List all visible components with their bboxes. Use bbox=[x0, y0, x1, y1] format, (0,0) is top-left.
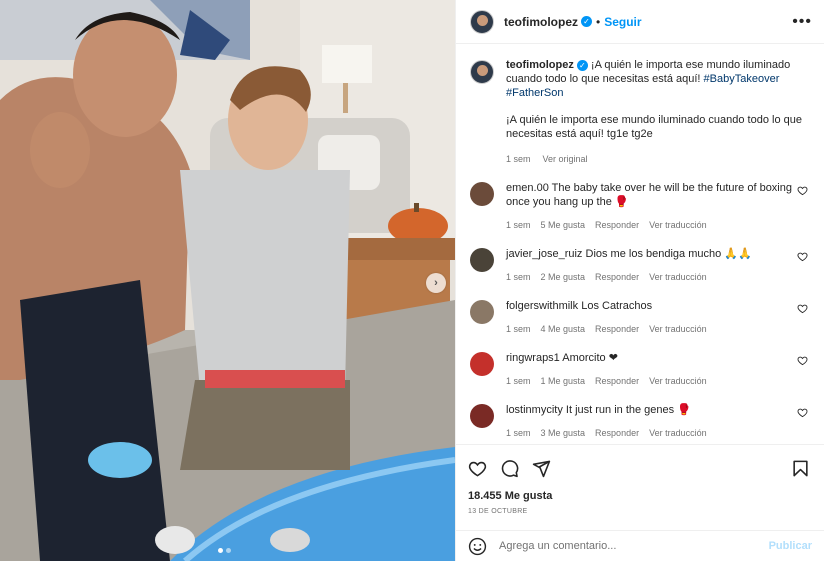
comment-like-heart-icon[interactable] bbox=[797, 185, 808, 196]
verified-badge-icon: ✓ bbox=[581, 16, 592, 27]
emoji-icon[interactable] bbox=[468, 537, 487, 556]
author-username[interactable]: teofimolopez bbox=[504, 15, 578, 29]
comment-likes[interactable]: 5 Me gusta bbox=[541, 218, 586, 232]
comment-likes[interactable]: 3 Me gusta bbox=[541, 426, 586, 440]
hashtag-link[interactable]: #FatherSon bbox=[506, 87, 563, 99]
reply-button[interactable]: Responder bbox=[595, 218, 639, 232]
commenter-avatar[interactable] bbox=[470, 248, 494, 272]
publish-button[interactable]: Publicar bbox=[769, 540, 812, 552]
comment-likes[interactable]: 2 Me gusta bbox=[541, 270, 586, 284]
comment-like-heart-icon[interactable] bbox=[797, 251, 808, 262]
reply-button[interactable]: Responder bbox=[595, 322, 639, 336]
comment-item: javier_jose_ruiz Dios me los bendiga muc… bbox=[470, 247, 812, 284]
translate-link[interactable]: Ver traducción bbox=[649, 322, 707, 336]
comment-like-heart-icon[interactable] bbox=[797, 303, 808, 314]
carousel-dots bbox=[218, 548, 231, 553]
caption-username[interactable]: teofimolopez bbox=[506, 59, 574, 71]
carousel-dot bbox=[226, 548, 231, 553]
comment-text: Dios me los bendiga mucho 🙏🙏 bbox=[585, 248, 752, 260]
comments-list[interactable]: teofimolopez ✓ ¡A quién le importa ese mu… bbox=[456, 44, 824, 444]
commenter-avatar[interactable] bbox=[470, 404, 494, 428]
photo-image bbox=[0, 0, 455, 561]
action-bar: 18.455 Me gusta 13 DE OCTUBRE bbox=[456, 444, 824, 530]
post-photo[interactable]: › bbox=[0, 0, 455, 561]
hashtag-link[interactable]: #BabyTakeover bbox=[704, 73, 780, 85]
post-date: 13 DE OCTUBRE bbox=[468, 508, 528, 515]
carousel-next-button[interactable]: › bbox=[426, 273, 446, 293]
carousel-dot bbox=[218, 548, 223, 553]
commenter-username[interactable]: folgerswithmilk bbox=[506, 300, 578, 312]
author-avatar[interactable] bbox=[470, 9, 494, 34]
commenter-avatar[interactable] bbox=[470, 182, 494, 206]
caption-time[interactable]: 1 sem bbox=[506, 152, 531, 166]
comment-like-heart-icon[interactable] bbox=[797, 407, 808, 418]
follow-button[interactable]: Seguir bbox=[604, 15, 641, 29]
caption-avatar[interactable] bbox=[470, 60, 494, 84]
comment-likes[interactable]: 4 Me gusta bbox=[541, 322, 586, 336]
share-send-icon[interactable] bbox=[532, 459, 551, 478]
reply-button[interactable]: Responder bbox=[595, 426, 639, 440]
comment-input[interactable] bbox=[499, 540, 769, 552]
comment-item: ringwraps1 Amorcito ❤ 1 sem 1 Me gusta R… bbox=[470, 351, 812, 388]
commenter-username[interactable]: ringwraps1 bbox=[506, 352, 560, 364]
comment-likes[interactable]: 1 Me gusta bbox=[541, 374, 586, 388]
comment-time[interactable]: 1 sem bbox=[506, 218, 531, 232]
comment-time[interactable]: 1 sem bbox=[506, 426, 531, 440]
comment-time[interactable]: 1 sem bbox=[506, 322, 531, 336]
see-original-link[interactable]: Ver original bbox=[543, 152, 588, 166]
translate-link[interactable]: Ver traducción bbox=[649, 426, 707, 440]
comment-item: folgerswithmilk Los Catrachos 1 sem 4 Me… bbox=[470, 299, 812, 336]
commenter-username[interactable]: emen.00 bbox=[506, 182, 549, 194]
commenter-username[interactable]: lostinmycity bbox=[506, 404, 563, 416]
translate-link[interactable]: Ver traducción bbox=[649, 218, 707, 232]
translate-link[interactable]: Ver traducción bbox=[649, 270, 707, 284]
comment-time[interactable]: 1 sem bbox=[506, 374, 531, 388]
post-side-panel: teofimolopez ✓ • Seguir ••• teofimolopez… bbox=[455, 0, 824, 561]
likes-count[interactable]: 18.455 Me gusta bbox=[468, 490, 810, 502]
comment-item: emen.00 The baby take over he will be th… bbox=[470, 181, 812, 232]
header-separator: • bbox=[596, 14, 601, 29]
like-heart-icon[interactable] bbox=[468, 459, 487, 478]
commenter-username[interactable]: javier_jose_ruiz bbox=[506, 248, 582, 260]
comment-text: Amorcito ❤ bbox=[562, 352, 618, 364]
post-caption: teofimolopez ✓ ¡A quién le importa ese mu… bbox=[470, 58, 812, 166]
commenter-avatar[interactable] bbox=[470, 300, 494, 324]
comment-bubble-icon[interactable] bbox=[500, 459, 519, 478]
caption-extra-text: ¡A quién le importa ese mundo iluminado … bbox=[506, 114, 802, 140]
comment-text: The baby take over he will be the future… bbox=[506, 182, 792, 208]
verified-badge-icon: ✓ bbox=[576, 59, 588, 71]
translate-link[interactable]: Ver traducción bbox=[649, 374, 707, 388]
commenter-avatar[interactable] bbox=[470, 352, 494, 376]
comment-text: It just run in the genes 🥊 bbox=[565, 404, 691, 416]
reply-button[interactable]: Responder bbox=[595, 270, 639, 284]
comment-item: lostinmycity It just run in the genes 🥊 … bbox=[470, 403, 812, 440]
comment-like-heart-icon[interactable] bbox=[797, 355, 808, 366]
more-options-icon[interactable]: ••• bbox=[792, 13, 812, 30]
post-header: teofimolopez ✓ • Seguir ••• bbox=[456, 0, 824, 44]
comment-text: Los Catrachos bbox=[581, 300, 653, 312]
bookmark-save-icon[interactable] bbox=[791, 459, 810, 478]
add-comment-bar: Publicar bbox=[456, 530, 824, 561]
reply-button[interactable]: Responder bbox=[595, 374, 639, 388]
comment-time[interactable]: 1 sem bbox=[506, 270, 531, 284]
